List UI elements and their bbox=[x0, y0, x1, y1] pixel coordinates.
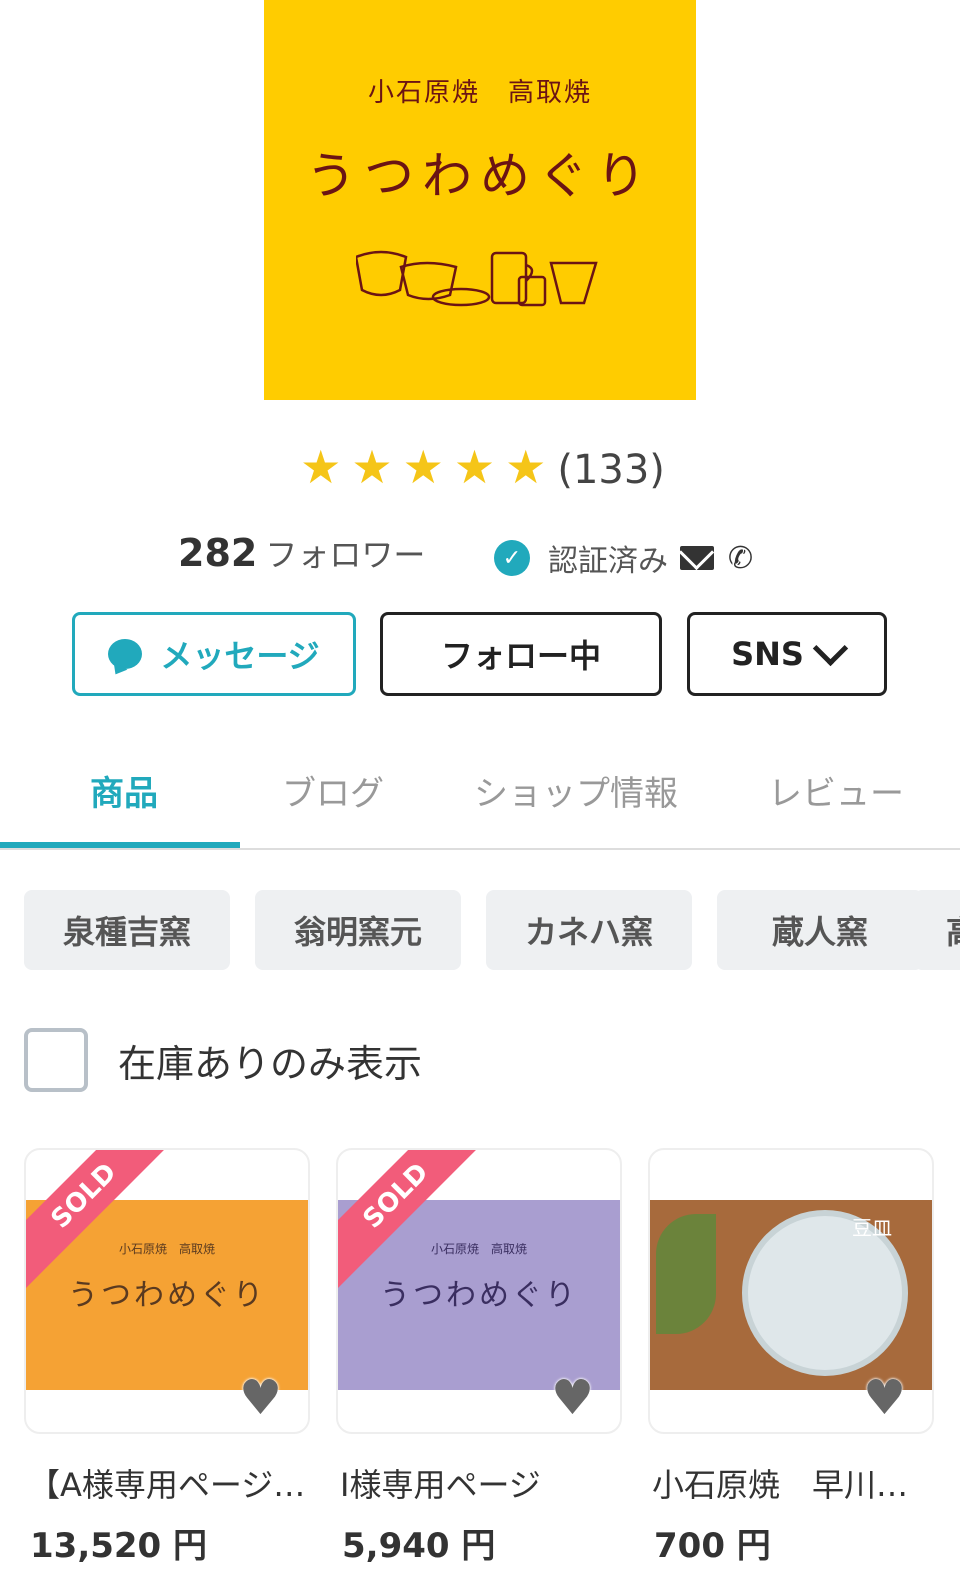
followers-count: 282 bbox=[178, 531, 258, 575]
tab-blog[interactable]: ブログ bbox=[282, 766, 384, 815]
following-button[interactable]: フォロー中 bbox=[380, 612, 662, 696]
tab-reviews[interactable]: レビュー bbox=[768, 766, 904, 815]
followers[interactable]: 282 フォロワー bbox=[178, 530, 425, 576]
heart-icon[interactable]: ♥ bbox=[239, 1370, 282, 1426]
chevron-down-icon bbox=[812, 630, 849, 666]
verified-label: 認証済み bbox=[548, 544, 668, 579]
category-chip[interactable]: 泉種吉窯 bbox=[24, 890, 230, 970]
shop-tabs: 商品 ブログ ショップ情報 レビュー bbox=[0, 740, 960, 850]
image-title: うつわめぐり bbox=[68, 1278, 266, 1313]
product-price: 13,520 円 bbox=[30, 1526, 208, 1566]
star-icon: ★ bbox=[505, 440, 547, 494]
product-price: 5,940 円 bbox=[342, 1526, 496, 1566]
shop-rating[interactable]: ★ ★ ★ ★ ★ (133) bbox=[0, 440, 960, 494]
sns-dropdown-button[interactable]: SNS bbox=[687, 612, 887, 696]
product-title[interactable]: 【A様専用ページ… bbox=[28, 1460, 314, 1506]
in-stock-label: 在庫ありのみ表示 bbox=[118, 1041, 423, 1086]
mail-icon bbox=[680, 546, 714, 570]
product-title[interactable]: I様専用ページ bbox=[340, 1460, 626, 1506]
followers-label: フォロワー bbox=[265, 536, 426, 574]
category-chip[interactable]: カネハ窯 bbox=[486, 890, 692, 970]
logo-subtitle: 小石原焼 高取焼 bbox=[367, 78, 592, 108]
leaf-decoration bbox=[656, 1214, 716, 1334]
category-chip[interactable]: 翁明窯元 bbox=[255, 890, 461, 970]
product-price: 700 円 bbox=[654, 1526, 771, 1566]
message-label: メッセージ bbox=[160, 637, 320, 675]
star-icon: ★ bbox=[402, 440, 444, 494]
tab-shop-info[interactable]: ショップ情報 bbox=[474, 766, 678, 815]
product-title[interactable]: 小石原焼 早川… bbox=[652, 1460, 938, 1506]
in-stock-checkbox[interactable] bbox=[24, 1028, 88, 1092]
product-card[interactable]: 小石原焼 高取焼 うつわめぐり SOLD ♥ bbox=[24, 1148, 310, 1434]
sns-label: SNS bbox=[731, 635, 804, 673]
star-icon: ★ bbox=[300, 440, 342, 494]
in-stock-filter[interactable]: 在庫ありのみ表示 bbox=[24, 1028, 422, 1092]
category-chip[interactable]: 蔵人窯 bbox=[717, 890, 923, 970]
pottery-illustration bbox=[356, 250, 598, 307]
tab-products[interactable]: 商品 bbox=[90, 766, 158, 815]
product-card[interactable]: 豆皿 ♥ bbox=[648, 1148, 934, 1434]
phone-icon: ✆ bbox=[728, 540, 754, 576]
heart-icon[interactable]: ♥ bbox=[551, 1370, 594, 1426]
message-button[interactable]: メッセージ bbox=[72, 612, 356, 696]
product-card[interactable]: 小石原焼 高取焼 うつわめぐり SOLD ♥ bbox=[336, 1148, 622, 1434]
shop-logo: 小石原焼 高取焼 うつわめぐり bbox=[264, 0, 696, 400]
product-image: 豆皿 bbox=[650, 1200, 932, 1390]
star-icon: ★ bbox=[351, 440, 393, 494]
image-title: うつわめぐり bbox=[380, 1278, 578, 1313]
chat-bubble-icon bbox=[108, 639, 143, 669]
review-count: (133) bbox=[557, 447, 665, 493]
star-icon: ★ bbox=[453, 440, 496, 494]
verification: ✓ 認証済み ✆ bbox=[494, 536, 753, 580]
following-label: フォロー中 bbox=[440, 637, 601, 675]
heart-icon[interactable]: ♥ bbox=[863, 1370, 906, 1426]
image-label: 豆皿 bbox=[852, 1216, 892, 1240]
active-tab-indicator bbox=[0, 842, 240, 848]
verified-check-icon: ✓ bbox=[494, 540, 530, 576]
logo-name: うつわめぐり bbox=[306, 147, 654, 205]
category-chip[interactable]: 高 bbox=[914, 890, 960, 970]
